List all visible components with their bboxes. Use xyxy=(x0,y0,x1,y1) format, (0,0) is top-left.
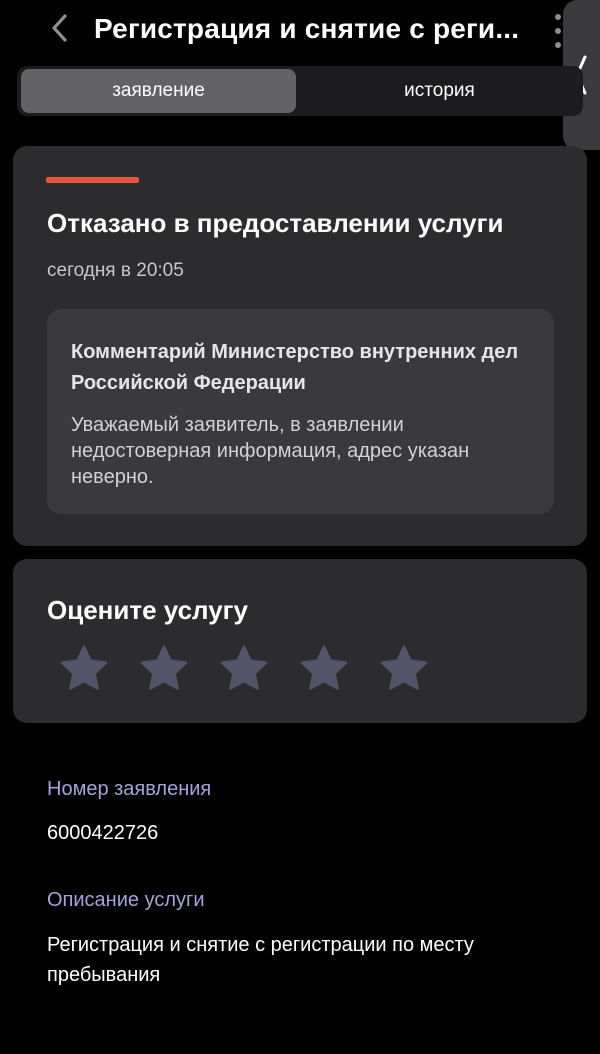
rating-title: Оцените услугу xyxy=(47,595,248,625)
page-title: Регистрация и снятие с реги... xyxy=(94,13,520,44)
comment-box: Комментарий Министерство внутренних дел … xyxy=(47,309,554,514)
rating-card: Оцените услугу xyxy=(13,559,587,723)
chevron-left-icon xyxy=(52,14,67,42)
tab-application[interactable]: заявление xyxy=(21,69,296,113)
status-date: сегодня в 20:05 xyxy=(47,260,184,281)
application-number-label: Номер заявления xyxy=(47,778,212,800)
comment-title: Комментарий Министерство внутренних дел … xyxy=(71,341,519,394)
application-screen: Регистрация и снятие с реги... заявление… xyxy=(0,0,600,1054)
star-icon[interactable] xyxy=(137,642,191,696)
more-dot xyxy=(555,42,561,48)
more-vertical-icon xyxy=(555,14,561,20)
more-dot xyxy=(555,28,561,34)
application-number-value: 6000422726 xyxy=(47,822,159,844)
status-indicator xyxy=(46,177,139,183)
star-icon[interactable] xyxy=(297,642,351,696)
service-description-label: Описание услуги xyxy=(47,889,205,911)
service-description-value: Регистрация и снятие с регистрации по ме… xyxy=(47,934,474,986)
back-button[interactable] xyxy=(40,8,80,48)
star-icon[interactable] xyxy=(217,642,271,696)
star-icon[interactable] xyxy=(57,642,111,696)
tab-history[interactable]: история xyxy=(298,69,581,113)
status-card: Отказано в предоставлении услуги сегодня… xyxy=(13,146,587,546)
star-rating xyxy=(57,642,477,698)
star-icon[interactable] xyxy=(377,642,431,696)
status-title: Отказано в предоставлении услуги xyxy=(47,208,504,238)
comment-text: Уважаемый заявитель, в заявлении недосто… xyxy=(71,414,470,488)
tab-bar: заявление история xyxy=(17,66,583,116)
header: Регистрация и снятие с реги... xyxy=(0,0,600,150)
